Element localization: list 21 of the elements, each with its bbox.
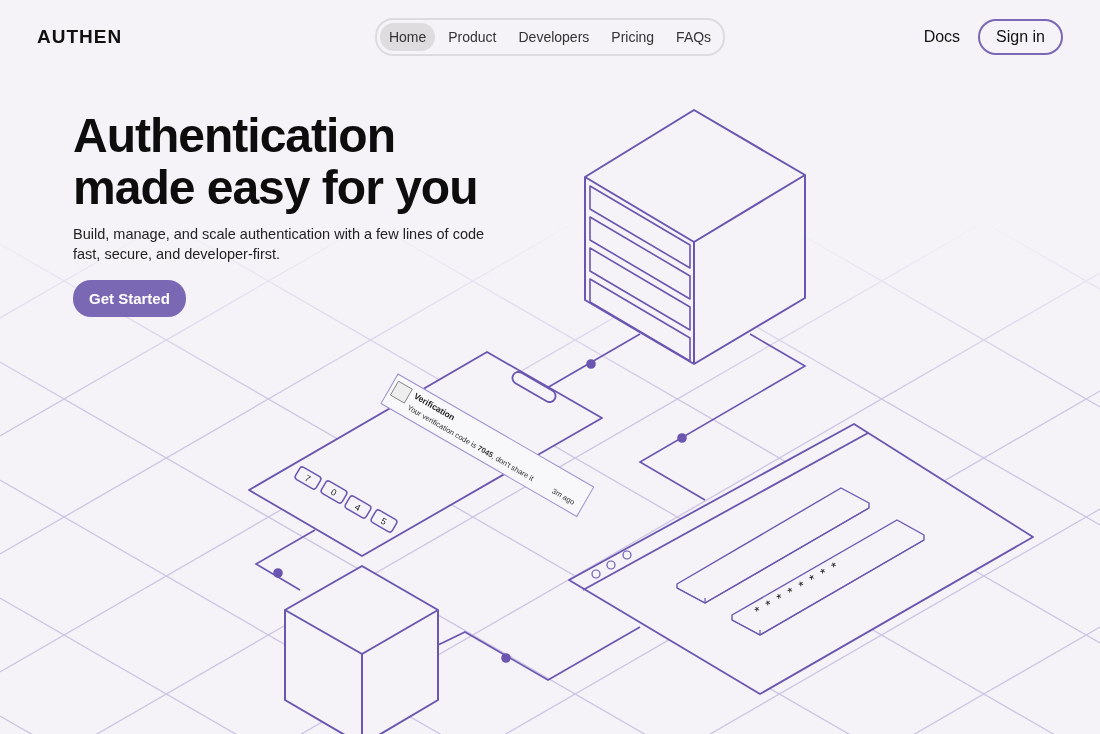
code-key <box>369 508 399 534</box>
password-mask: * * * * * * * * <box>752 557 843 619</box>
mail-icon <box>390 380 413 404</box>
sign-in-button[interactable]: Sign in <box>978 19 1063 55</box>
docs-link[interactable]: Docs <box>923 28 961 46</box>
code-digit: 0 <box>329 486 339 498</box>
code-digit: 5 <box>379 515 389 527</box>
code-digit: 4 <box>353 501 363 513</box>
brand-logo[interactable]: AUTHEN <box>37 26 337 48</box>
code-key <box>319 479 349 505</box>
code-key <box>343 494 373 520</box>
nav-link[interactable]: Home <box>379 23 436 51</box>
hero-subtitle: Build, manage, and scale authentication with a few lines of code fast, secure, and developer-first. <box>73 224 485 264</box>
nav-link[interactable]: Pricing <box>602 23 664 51</box>
hero-title: Authentication made easy for you <box>73 110 478 214</box>
nav-link[interactable]: Product <box>439 23 506 51</box>
nav-link[interactable]: Developers <box>509 23 599 51</box>
code-digit: 7 <box>303 472 313 484</box>
nav-link[interactable]: FAQs <box>667 23 721 51</box>
get-started-button[interactable]: Get Started <box>73 280 186 318</box>
code-key <box>293 465 323 491</box>
